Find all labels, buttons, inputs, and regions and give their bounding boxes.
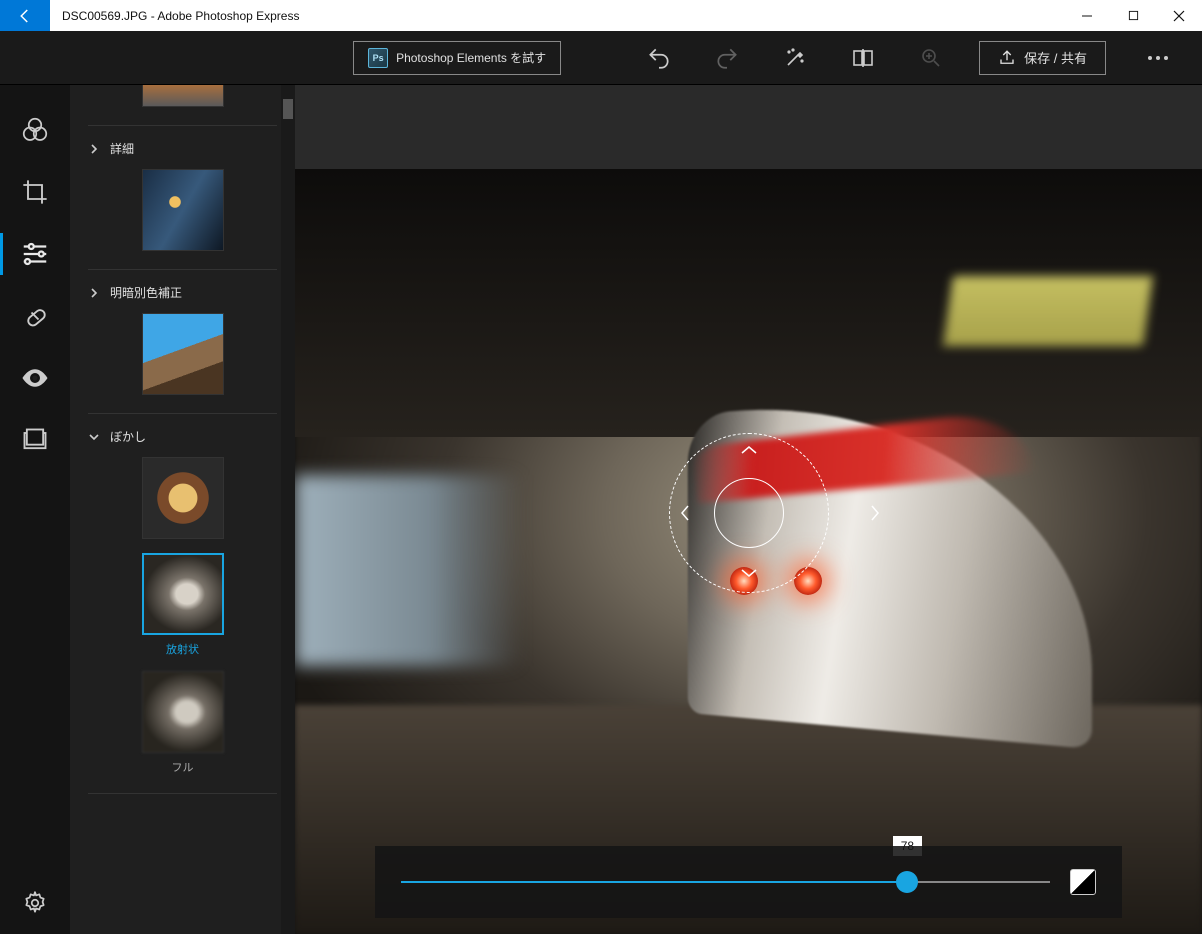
chevron-right-icon bbox=[88, 143, 100, 155]
zoom-button[interactable] bbox=[911, 38, 951, 78]
settings-button[interactable] bbox=[0, 872, 70, 934]
intensity-slider[interactable] bbox=[401, 881, 1050, 883]
slider-handle[interactable] bbox=[896, 871, 918, 893]
window-titlebar: DSC00569.JPG - Adobe Photoshop Express bbox=[0, 0, 1202, 31]
more-button[interactable] bbox=[1138, 38, 1178, 78]
intensity-slider-bar bbox=[375, 846, 1122, 918]
undo-button[interactable] bbox=[639, 38, 679, 78]
blur-preset-full-label: フル bbox=[172, 759, 194, 775]
section-blur[interactable]: ぼかし bbox=[88, 414, 277, 457]
section-blur-label: ぼかし bbox=[110, 428, 146, 445]
section-details-label: 詳細 bbox=[110, 140, 134, 157]
focus-handle-down[interactable] bbox=[740, 567, 758, 579]
section-shadows[interactable]: 明暗別色補正 bbox=[88, 270, 277, 313]
save-share-label: 保存 / 共有 bbox=[1024, 48, 1087, 67]
blur-preset-radial-label: 放射状 bbox=[166, 641, 199, 657]
spot-heal-tab[interactable] bbox=[0, 285, 70, 347]
adjustments-tab[interactable] bbox=[0, 223, 70, 285]
details-thumb[interactable] bbox=[88, 169, 277, 251]
canvas-area: 78 bbox=[295, 85, 1202, 934]
section-details[interactable]: 詳細 bbox=[88, 126, 277, 169]
close-button[interactable] bbox=[1156, 0, 1202, 31]
preset-thumb[interactable] bbox=[88, 85, 277, 107]
maximize-button[interactable] bbox=[1110, 0, 1156, 31]
share-icon bbox=[998, 49, 1016, 67]
back-button[interactable] bbox=[0, 0, 50, 31]
app-toolbar: Ps Photoshop Elements を試す 保存 / 共有 bbox=[0, 31, 1202, 85]
blur-preset-radial[interactable]: 放射状 bbox=[88, 553, 277, 657]
focus-handle-left[interactable] bbox=[679, 504, 691, 522]
minimize-button[interactable] bbox=[1064, 0, 1110, 31]
chevron-down-icon bbox=[88, 431, 100, 443]
panel-scrollbar[interactable] bbox=[281, 85, 295, 934]
save-share-button[interactable]: 保存 / 共有 bbox=[979, 41, 1106, 75]
focus-handle-up[interactable] bbox=[740, 444, 758, 456]
chevron-right-icon bbox=[88, 287, 100, 299]
looks-tab[interactable] bbox=[0, 99, 70, 161]
redo-button[interactable] bbox=[707, 38, 747, 78]
try-elements-label: Photoshop Elements を試す bbox=[396, 49, 546, 66]
redeye-tab[interactable] bbox=[0, 347, 70, 409]
blur-preset-food[interactable] bbox=[88, 457, 277, 539]
window-title: DSC00569.JPG - Adobe Photoshop Express bbox=[50, 9, 1064, 23]
compare-original-toggle[interactable] bbox=[1070, 869, 1096, 895]
radial-blur-inner-ring[interactable] bbox=[714, 478, 784, 548]
gear-icon bbox=[22, 890, 48, 916]
auto-enhance-button[interactable] bbox=[775, 38, 815, 78]
section-shadows-label: 明暗別色補正 bbox=[110, 284, 182, 301]
focus-handle-right[interactable] bbox=[869, 504, 881, 522]
try-elements-button[interactable]: Ps Photoshop Elements を試す bbox=[353, 41, 561, 75]
blur-preset-full[interactable]: フル bbox=[88, 671, 277, 775]
adjustments-panel: 詳細 明暗別色補正 ぼかし 放射状 bbox=[70, 85, 295, 934]
compare-button[interactable] bbox=[843, 38, 883, 78]
image-stage[interactable]: 78 bbox=[295, 169, 1202, 934]
main-area: 詳細 明暗別色補正 ぼかし 放射状 bbox=[0, 85, 1202, 934]
shadows-thumb[interactable] bbox=[88, 313, 277, 395]
borders-tab[interactable] bbox=[0, 409, 70, 471]
left-tool-rail bbox=[0, 85, 70, 934]
ps-elements-icon: Ps bbox=[368, 48, 388, 68]
crop-tab[interactable] bbox=[0, 161, 70, 223]
